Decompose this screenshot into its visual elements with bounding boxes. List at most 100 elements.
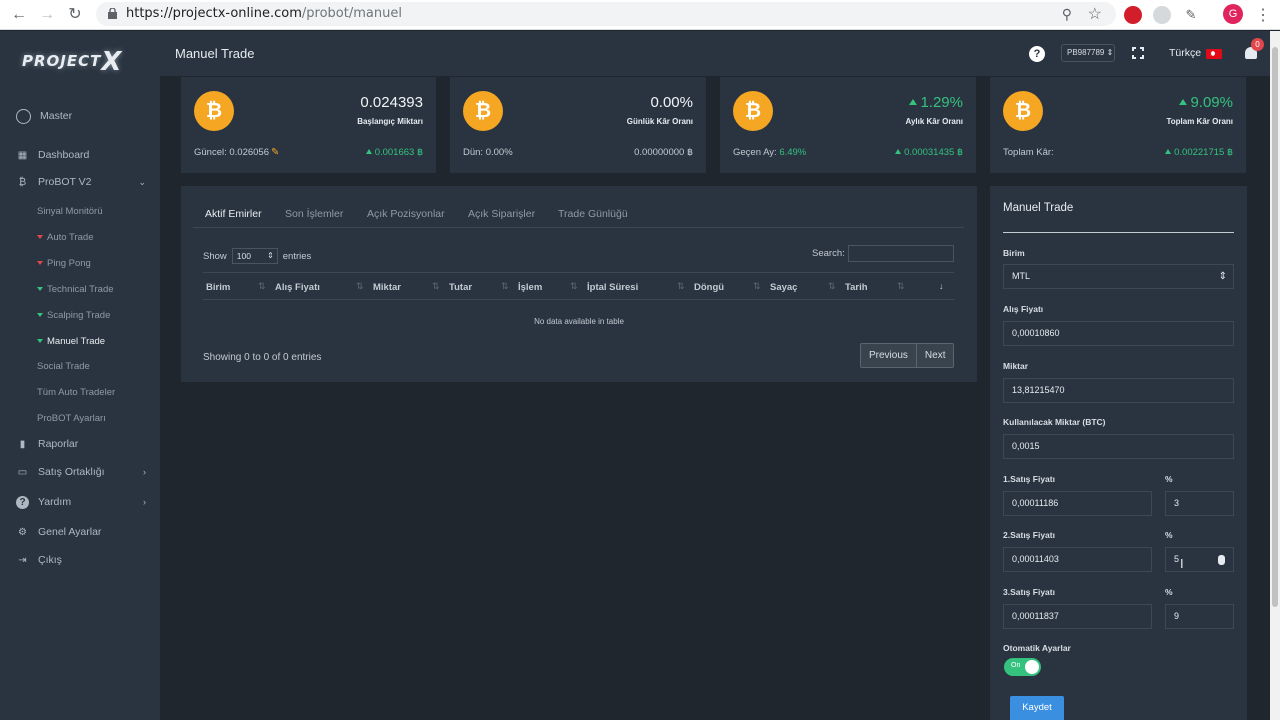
sort-desc-icon[interactable]: ↓ [939, 281, 944, 291]
chevron-right-icon: › [143, 467, 146, 477]
alis-fiyati-input[interactable]: 0,00010860 [1003, 321, 1234, 346]
satis-3-label: 3.Satış Fiyatı [1003, 587, 1055, 597]
turkey-flag-icon[interactable] [1206, 49, 1222, 59]
lock-icon [108, 8, 117, 19]
money-icon: ▭ [17, 466, 28, 478]
otomatik-ayarlar-toggle[interactable]: On [1004, 658, 1041, 676]
column-sayac[interactable]: Sayaç [770, 282, 797, 293]
form-divider [1003, 232, 1234, 233]
scrollbar-thumb[interactable] [1272, 47, 1278, 607]
sidebar-item-scalping-trade[interactable]: Scalping Trade [37, 307, 110, 323]
manual-trade-form: Manuel Trade Birim MTL Alış Fiyatı 0,000… [990, 186, 1247, 720]
otomatik-ayarlar-label: Otomatik Ayarlar [1003, 643, 1071, 653]
url-text: https://projectx-online.com/probot/manue… [126, 6, 402, 21]
tab-son-islemler[interactable]: Son İşlemler [285, 208, 343, 220]
column-alis-fiyati[interactable]: Alış Fiyatı [275, 282, 320, 293]
entries-select[interactable]: 100 [231, 248, 278, 264]
column-tarih[interactable]: Tarih [845, 282, 868, 293]
satis-3-percent-label: % [1165, 587, 1173, 597]
tab-acik-pozisyonlar[interactable]: Açık Pozisyonlar [367, 208, 445, 220]
sidebar-item-probot[interactable]: ₿ ProBOT V2 ⌄ [16, 173, 146, 191]
help-icon[interactable]: ? [1029, 46, 1045, 62]
language-selector[interactable]: Türkçe [1169, 47, 1201, 59]
account-selector[interactable]: PB987789 ⇕ [1061, 44, 1115, 62]
previous-button[interactable]: Previous [861, 344, 916, 367]
kullanilacak-miktar-input[interactable]: 0,0015 [1003, 434, 1234, 459]
sidebar-item-probot-ayarlari[interactable]: ProBOT Ayarları [37, 410, 106, 426]
tab-trade-gunlugu[interactable]: Trade Günlüğü [558, 208, 628, 220]
stat-value: 9.09% [1179, 94, 1233, 111]
satis-2-percent-input[interactable]: 5 I [1165, 547, 1234, 572]
sidebar-item-sinyal-monitoru[interactable]: Sinyal Monitörü [37, 203, 102, 219]
sidebar-user[interactable]: Master [16, 107, 72, 125]
sidebar-item-ping-pong[interactable]: Ping Pong [37, 255, 91, 271]
column-miktar[interactable]: Miktar [373, 282, 401, 293]
up-arrow-icon [895, 149, 902, 154]
browser-toolbar: ← → ↻ https://projectx-online.com/probot… [0, 0, 1280, 30]
sidebar-item-auto-trade[interactable]: Auto Trade [37, 229, 93, 245]
satis-2-input[interactable]: 0,00011403 [1003, 547, 1152, 572]
column-islem[interactable]: İşlem [518, 282, 542, 293]
column-iptal-suresi[interactable]: İptal Süresi [587, 282, 638, 293]
sort-icon[interactable]: ⇅ [356, 281, 364, 292]
sidebar-item-dashboard[interactable]: ▦ Dashboard [16, 146, 90, 164]
sidebar-item-yardim[interactable]: ? Yardım › [16, 493, 146, 511]
satis-3-percent-input[interactable]: 9 [1165, 604, 1234, 629]
sort-icon[interactable]: ⇅ [677, 281, 685, 292]
sidebar-item-technical-trade[interactable]: Technical Trade [37, 281, 114, 297]
user-icon [16, 108, 31, 124]
profile-avatar[interactable]: G [1223, 4, 1243, 24]
browser-menu-icon[interactable]: ⋮ [1255, 5, 1271, 25]
sidebar-item-raporlar[interactable]: ▮ Raporlar [16, 435, 79, 453]
bitcoin-icon: ₿ [194, 91, 234, 131]
edit-icon[interactable]: ✎ [271, 147, 279, 158]
search-input[interactable] [848, 245, 954, 262]
opera-extension-icon[interactable] [1124, 6, 1142, 24]
address-bar[interactable]: https://projectx-online.com/probot/manue… [96, 2, 1116, 26]
tab-aktif-emirler[interactable]: Aktif Emirler [205, 208, 262, 220]
number-spinner[interactable] [1218, 555, 1225, 565]
zoom-icon[interactable]: ⚲ [1062, 6, 1072, 23]
sidebar-item-manuel-trade[interactable]: Manuel Trade [37, 333, 105, 349]
bookmark-star-icon[interactable]: ☆ [1088, 4, 1102, 24]
satis-3-input[interactable]: 0,00011837 [1003, 604, 1152, 629]
satis-2-percent-label: % [1165, 530, 1173, 540]
tab-acik-siparisler[interactable]: Açık Siparişler [468, 208, 535, 220]
column-dongu[interactable]: Döngü [694, 282, 724, 293]
column-tutar[interactable]: Tutar [449, 282, 472, 293]
sidebar-item-genel-ayarlar[interactable]: ⚙ Genel Ayarlar [16, 523, 101, 541]
sort-icon[interactable]: ⇅ [897, 281, 905, 292]
bitcoin-icon: ₿ [463, 91, 503, 131]
sort-icon[interactable]: ⇅ [432, 281, 440, 292]
sidebar: PROJECTX Master ▦ Dashboard ₿ ProBOT V2 … [0, 31, 160, 720]
satis-1-percent-input[interactable]: 3 [1165, 491, 1234, 516]
reload-icon[interactable]: ↻ [65, 5, 85, 25]
red-down-arrow-icon [37, 261, 43, 265]
sidebar-item-cikis[interactable]: ⇥ Çıkış [16, 551, 62, 569]
project-x-logo[interactable]: PROJECTX [22, 47, 122, 77]
sort-icon[interactable]: ⇅ [828, 281, 836, 292]
sidebar-item-satis-ortakligi[interactable]: ▭ Satış Ortaklığı › [16, 463, 146, 481]
next-button[interactable]: Next [915, 344, 954, 367]
fullscreen-icon[interactable] [1131, 46, 1145, 60]
column-birim[interactable]: Birim [206, 282, 230, 293]
sidebar-item-social-trade[interactable]: Social Trade [37, 358, 90, 374]
sidebar-item-tum-auto-tradeler[interactable]: Tüm Auto Tradeler [37, 384, 115, 400]
user-name: Master [40, 110, 73, 122]
page-scrollbar[interactable] [1270, 31, 1280, 720]
sort-icon[interactable]: ⇅ [258, 281, 266, 292]
back-arrow-icon[interactable]: ← [9, 5, 29, 25]
up-arrow-icon [909, 99, 918, 105]
satis-2-label: 2.Satış Fiyatı [1003, 530, 1055, 540]
miktar-input[interactable]: 13,81215470 [1003, 378, 1234, 403]
birim-select[interactable]: MTL [1003, 264, 1234, 289]
sort-icon[interactable]: ⇅ [570, 281, 578, 292]
kaydet-button[interactable]: Kaydet [1010, 696, 1064, 720]
satis-1-percent-label: % [1165, 474, 1173, 484]
sort-icon[interactable]: ⇅ [501, 281, 509, 292]
pen-extension-icon[interactable]: ✎ [1182, 6, 1200, 24]
sort-icon[interactable]: ⇅ [753, 281, 761, 292]
extension-icon[interactable] [1153, 6, 1171, 24]
satis-1-input[interactable]: 0,00011186 [1003, 491, 1152, 516]
forward-arrow-icon[interactable]: → [37, 5, 57, 25]
